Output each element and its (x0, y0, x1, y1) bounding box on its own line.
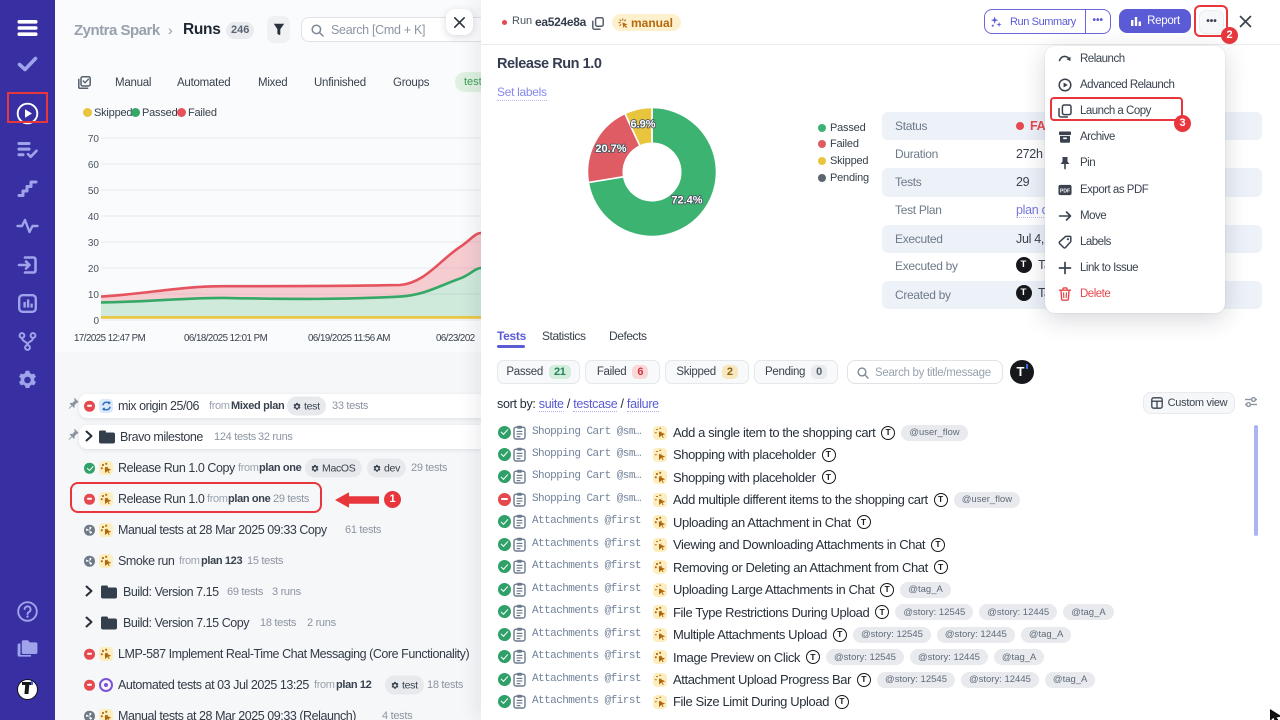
svg-text:PDF: PDF (1060, 188, 1070, 194)
svg-text:72.4%: 72.4% (671, 195, 702, 207)
svg-text:20.7%: 20.7% (595, 143, 626, 155)
svg-text:10: 10 (88, 290, 100, 301)
svg-text:30: 30 (88, 238, 100, 249)
svg-text:60: 60 (88, 160, 100, 171)
svg-text:20: 20 (88, 264, 100, 275)
svg-text:40: 40 (88, 212, 100, 223)
svg-text:70: 70 (88, 134, 100, 145)
svg-text:06/19/2025 11:56 AM: 06/19/2025 11:56 AM (308, 333, 390, 344)
svg-text:17/2025 12:47 PM: 17/2025 12:47 PM (74, 333, 146, 344)
svg-text:50: 50 (88, 186, 100, 197)
svg-text:06/18/2025 12:01 PM: 06/18/2025 12:01 PM (184, 333, 268, 344)
svg-text:0: 0 (93, 316, 99, 327)
svg-text:6.9%: 6.9% (630, 119, 655, 131)
svg-text:06/23/202: 06/23/202 (436, 333, 475, 344)
